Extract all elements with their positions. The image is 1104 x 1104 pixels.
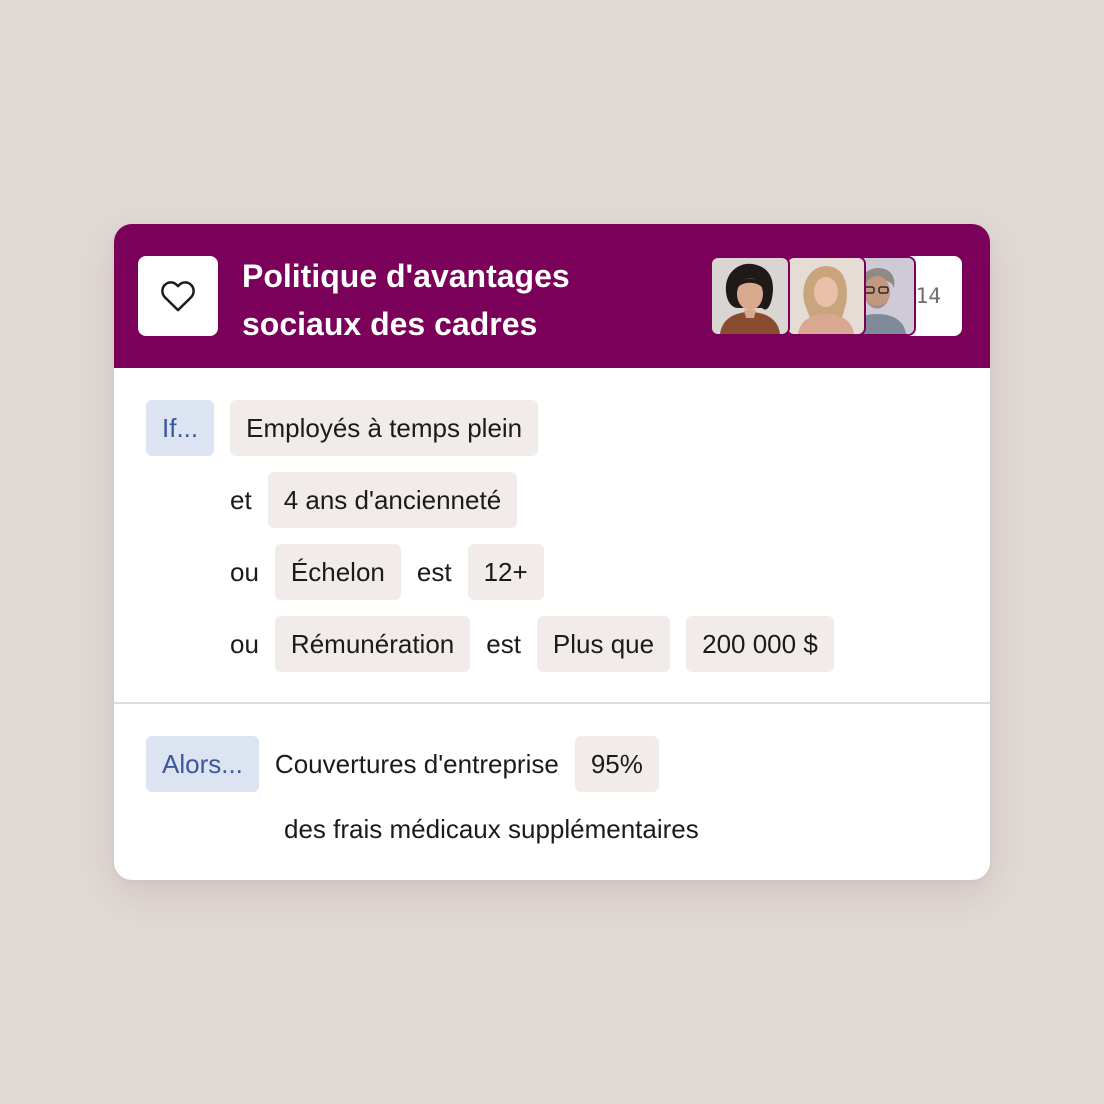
condition-row: ou Rémunération est Plus que 200 000 $ [230,616,834,672]
condition-chip[interactable]: Employés à temps plein [230,400,539,456]
avatar[interactable] [786,256,866,336]
percent-chip[interactable]: 95% [574,736,659,792]
page-title: Politique d'avantages sociaux des cadres [242,252,662,348]
section-divider [114,702,990,704]
title-line-1: Politique d'avantages [242,258,570,294]
title-line-2: sociaux des cadres [242,306,538,342]
operator-label: et [230,484,252,515]
favorite-button[interactable] [138,256,218,336]
card-header: Politique d'avantages sociaux des cadres [114,224,990,368]
conditions-section: If... Employés à temps plein et 4 ans d'… [114,368,990,702]
then-keyword[interactable]: Alors... [146,736,259,792]
comparator-chip[interactable]: Plus que [536,616,671,672]
result-row: Alors... Couvertures d'entreprise 95% [146,736,659,792]
if-keyword[interactable]: If... [146,400,215,456]
avatar[interactable] [710,256,790,336]
condition-row: If... Employés à temps plein [146,400,539,456]
member-avatars[interactable]: +14 [710,256,962,336]
result-tail: des frais médicaux supplémentaires [284,814,699,844]
field-chip[interactable]: Rémunération [274,616,471,672]
verb-label: est [416,556,452,587]
condition-row: et 4 ans d'ancienneté [230,472,518,528]
condition-chip[interactable]: 4 ans d'ancienneté [267,472,518,528]
condition-row: ou Échelon est 12+ [230,544,544,600]
heart-icon [161,281,195,312]
value-chip[interactable]: 12+ [467,544,544,600]
field-chip[interactable]: Échelon [274,544,401,600]
operator-label: ou [230,628,259,659]
operator-label: ou [230,556,259,587]
result-text: Couvertures d'entreprise [274,748,559,779]
policy-card: Politique d'avantages sociaux des cadres [114,224,990,880]
value-chip[interactable]: 200 000 $ [686,616,834,672]
verb-label: est [486,628,521,659]
